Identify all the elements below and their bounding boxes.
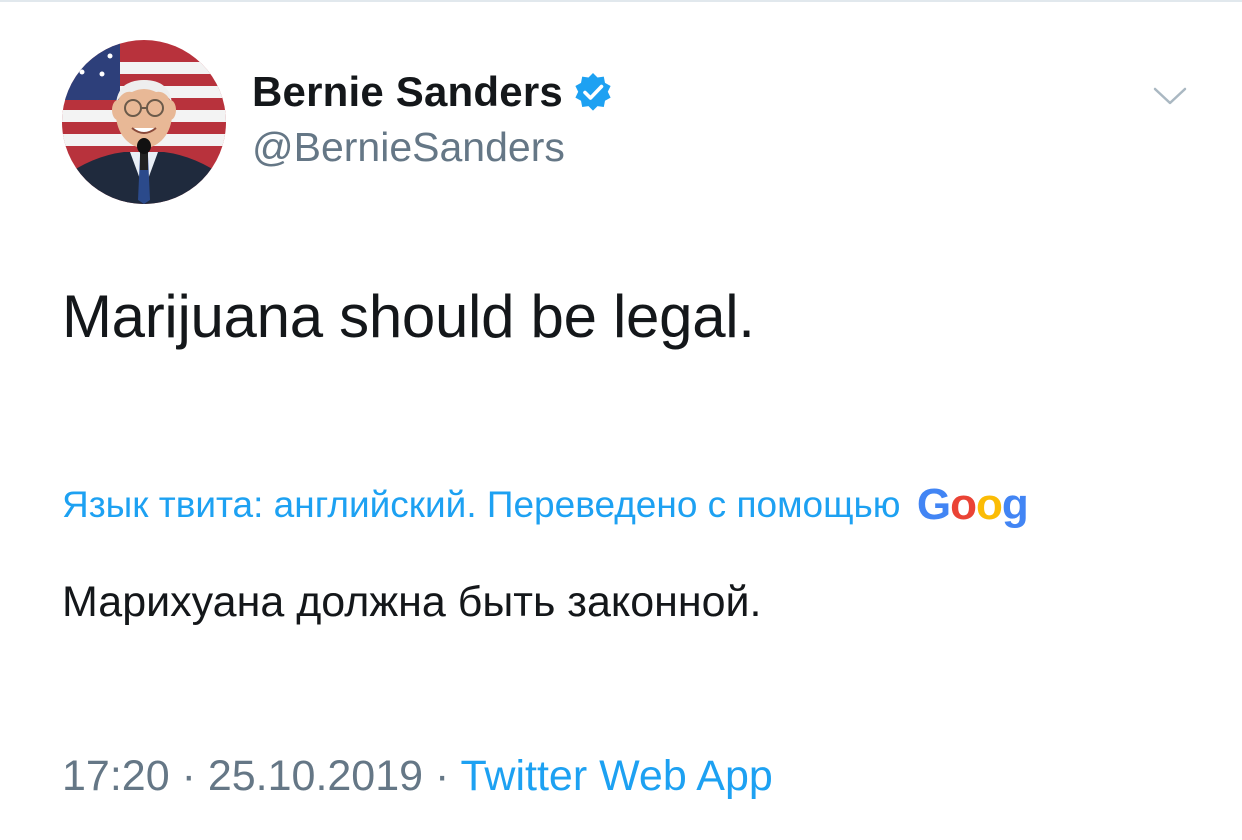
profile-photo [62,40,226,204]
chevron-down-icon[interactable] [1152,84,1188,108]
tweet-time[interactable]: 17:20 [62,752,170,800]
google-logo: Goog [916,480,1029,529]
tweet-source-link[interactable]: Twitter Web App [461,752,773,800]
avatar[interactable] [62,40,226,204]
author-name-row: Bernie Sanders [252,68,613,116]
translated-text: Марихуана должна быть законной. [62,578,762,626]
tweet-card: Bernie Sanders @BernieSanders Marijuana … [0,0,1242,840]
author-display-name[interactable]: Bernie Sanders [252,68,563,116]
tweet-meta: 17:20 · 25.10.2019 · Twitter Web App [62,752,773,801]
verified-badge-icon [575,73,611,111]
translation-notice: Язык твита: английский. Переведено с пом… [62,484,901,525]
meta-separator: · [181,752,196,800]
meta-separator: · [435,752,450,800]
translation-notice-link[interactable]: Язык твита: английский. Переведено с пом… [62,480,1186,530]
tweet-date[interactable]: 25.10.2019 [208,752,423,800]
author-handle[interactable]: @BernieSanders [252,124,565,171]
tweet-text: Marijuana should be legal. [62,283,755,350]
